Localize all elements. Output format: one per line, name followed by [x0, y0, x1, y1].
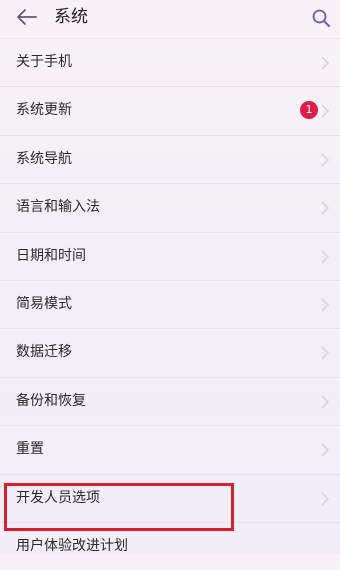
menu-item-label: 用户体验改进计划 [16, 537, 128, 554]
menu-item-about-phone[interactable]: 关于手机 [0, 38, 340, 86]
chevron-right-icon [321, 249, 330, 264]
menu-item-system-update[interactable]: 系统更新 1 [0, 86, 340, 134]
header-bar: 系统 [0, 0, 340, 38]
back-button[interactable] [12, 4, 42, 30]
menu-item-backup-restore[interactable]: 备份和恢复 [0, 376, 340, 425]
menu-item-label: 开发人员选项 [16, 489, 100, 506]
settings-menu: 关于手机 系统更新 1 系统导航 语言和输入法 日期和时间 简易模式 数据迁移 … [0, 38, 340, 554]
search-icon [312, 9, 330, 27]
search-button[interactable] [308, 5, 334, 31]
chevron-right-icon [321, 56, 330, 70]
page-title: 系统 [54, 7, 88, 27]
chevron-right-icon [321, 443, 330, 457]
menu-item-label: 关于手机 [16, 54, 72, 70]
chevron-right-icon [321, 346, 330, 360]
menu-item-label: 系统导航 [16, 150, 72, 167]
menu-item-label: 语言和输入法 [16, 199, 100, 216]
chevron-right-icon [321, 153, 330, 167]
menu-item-system-navigation[interactable]: 系统导航 [0, 134, 340, 183]
menu-item-label: 日期和时间 [16, 247, 86, 264]
menu-item-label: 重置 [16, 441, 44, 458]
chevron-right-icon [321, 104, 330, 118]
chevron-right-icon [321, 201, 330, 215]
menu-item-label: 简易模式 [16, 295, 72, 312]
chevron-right-icon [321, 298, 330, 312]
chevron-right-icon [321, 395, 330, 409]
menu-item-data-migration[interactable]: 数据迁移 [0, 328, 340, 376]
back-arrow-icon [17, 9, 37, 25]
menu-item-developer-options[interactable]: 开发人员选项 [0, 473, 340, 522]
notification-badge: 1 [300, 101, 318, 120]
menu-item-label: 数据迁移 [16, 344, 72, 361]
menu-item-user-experience[interactable]: 用户体验改进计划 [0, 521, 340, 554]
menu-item-simple-mode[interactable]: 简易模式 [0, 279, 340, 328]
menu-item-reset[interactable]: 重置 [0, 425, 340, 473]
chevron-right-icon [321, 491, 330, 506]
menu-item-label: 备份和恢复 [16, 392, 86, 409]
menu-item-label: 系统更新 [16, 102, 72, 119]
menu-item-date-time[interactable]: 日期和时间 [0, 231, 340, 280]
menu-item-language-input[interactable]: 语言和输入法 [0, 183, 340, 231]
